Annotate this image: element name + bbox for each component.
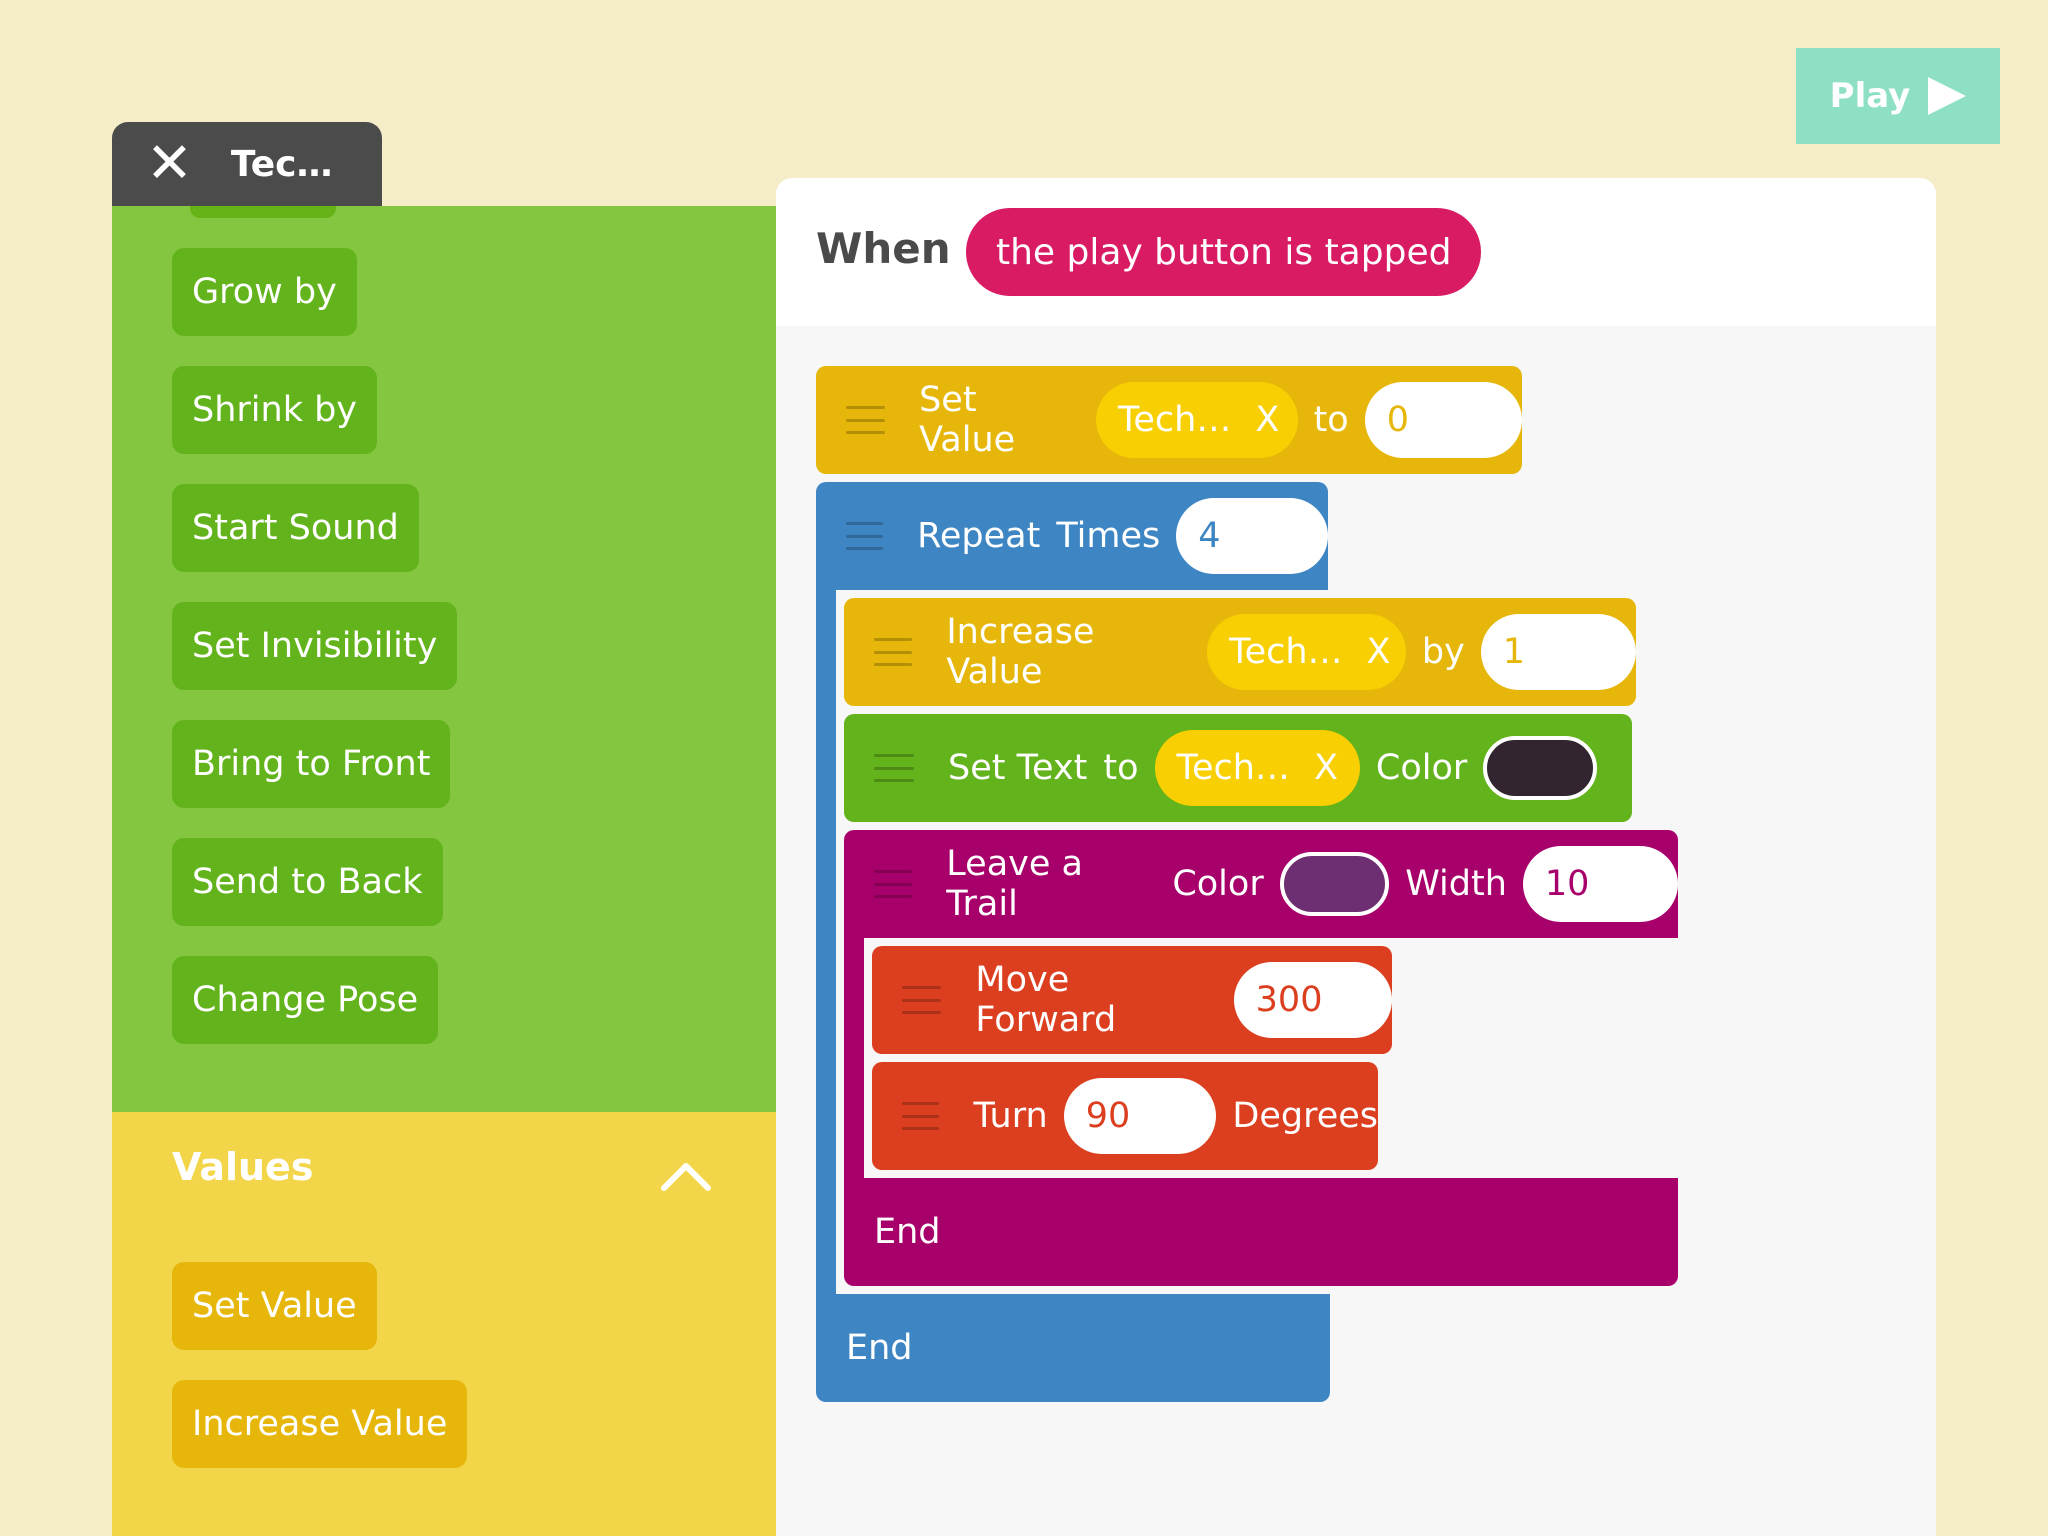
block-label: Leave a Trail (946, 844, 1083, 924)
times-label: Times (1056, 516, 1161, 556)
play-icon (1928, 77, 1967, 115)
variable-name: Tech… (1229, 632, 1343, 672)
value-input[interactable]: 1 (1480, 614, 1636, 690)
variable-name: Tech… (1176, 748, 1290, 788)
by-label: by (1421, 632, 1465, 672)
palette-block-set-invisibility[interactable]: Set Invisibility (172, 602, 458, 690)
palette-tab-title: Tec… (230, 143, 333, 185)
variable-pill[interactable]: Tech… X (1154, 730, 1360, 806)
palette-tab: ✕ Tec… (112, 122, 382, 206)
repeat-count-input[interactable]: 4 (1176, 498, 1328, 574)
variable-pill[interactable]: Tech… X (1095, 382, 1298, 458)
to-label: to (1313, 400, 1349, 440)
palette-block-change-pose[interactable]: Change Pose (172, 956, 439, 1044)
drag-handle-icon[interactable] (874, 754, 914, 782)
when-label: When (816, 224, 951, 273)
palette-block-send-to-back[interactable]: Send to Back (172, 838, 443, 926)
leave-trail-block[interactable]: Leave a Trail Color Width 10 (844, 830, 1678, 938)
variable-close-icon[interactable]: X (1255, 400, 1279, 440)
trail-width-input[interactable]: 10 (1522, 846, 1678, 922)
trigger-pill[interactable]: the play button is tapped (966, 208, 1482, 296)
turn-block[interactable]: Turn 90 Degrees (872, 1062, 1378, 1170)
values-section-title: Values (172, 1145, 314, 1189)
end-label: End (846, 1328, 913, 1368)
trail-color-swatch[interactable] (1279, 852, 1390, 916)
trail-end: End (844, 1178, 1678, 1286)
degrees-label: Degrees (1232, 1096, 1378, 1136)
block-label: Increase Value (946, 612, 1095, 692)
palette-block-increase-value[interactable]: Increase Value (172, 1380, 468, 1468)
block-label: Move Forward (975, 960, 1117, 1040)
repeat-spine (816, 588, 836, 1296)
chevron-up-icon[interactable] (660, 1150, 712, 1202)
block-label: Set Value (919, 380, 1016, 460)
block-label: Set Text (948, 748, 1088, 788)
drag-handle-icon[interactable] (874, 870, 913, 898)
play-button[interactable]: Play (1796, 48, 2000, 144)
palette-block-partial (190, 206, 336, 218)
trail-spine (844, 936, 864, 1180)
variable-pill[interactable]: Tech… X (1207, 614, 1406, 690)
palette-block-shrink-by[interactable]: Shrink by (172, 366, 378, 454)
increase-value-block[interactable]: Increase Value Tech… X by 1 (844, 598, 1636, 706)
repeat-block[interactable]: Repeat Times 4 (816, 482, 1328, 590)
distance-input[interactable]: 300 (1233, 962, 1392, 1038)
drag-handle-icon[interactable] (902, 1102, 940, 1130)
repeat-label: Repeat (917, 516, 1041, 556)
drag-handle-icon[interactable] (874, 638, 913, 666)
move-forward-block[interactable]: Move Forward 300 (872, 946, 1392, 1054)
color-label: Color (1172, 864, 1264, 904)
drag-handle-icon[interactable] (902, 986, 942, 1014)
color-swatch[interactable] (1483, 736, 1598, 800)
end-label: End (874, 1212, 941, 1252)
close-icon[interactable]: ✕ (146, 136, 193, 192)
value-input[interactable]: 0 (1364, 382, 1522, 458)
palette-block-set-value[interactable]: Set Value (172, 1262, 377, 1350)
set-text-block[interactable]: Set Text to Tech… X Color (844, 714, 1632, 822)
play-label: Play (1829, 76, 1911, 116)
drag-handle-icon[interactable] (846, 522, 884, 550)
variable-name: Tech… (1117, 400, 1232, 440)
when-header: When the play button is tapped (776, 178, 1936, 326)
set-value-block[interactable]: Set Value Tech… X to 0 (816, 366, 1522, 474)
variable-close-icon[interactable]: X (1314, 748, 1338, 788)
block-label: Turn (973, 1096, 1048, 1136)
color-label: Color (1375, 748, 1468, 788)
palette-block-start-sound[interactable]: Start Sound (172, 484, 419, 572)
palette-block-bring-to-front[interactable]: Bring to Front (172, 720, 451, 808)
variable-close-icon[interactable]: X (1367, 632, 1391, 672)
palette-block-grow-by[interactable]: Grow by (172, 248, 357, 336)
angle-input[interactable]: 90 (1063, 1078, 1217, 1154)
drag-handle-icon[interactable] (846, 406, 886, 434)
to-label: to (1103, 748, 1139, 788)
width-label: Width (1405, 864, 1507, 904)
repeat-end: End (816, 1294, 1330, 1402)
